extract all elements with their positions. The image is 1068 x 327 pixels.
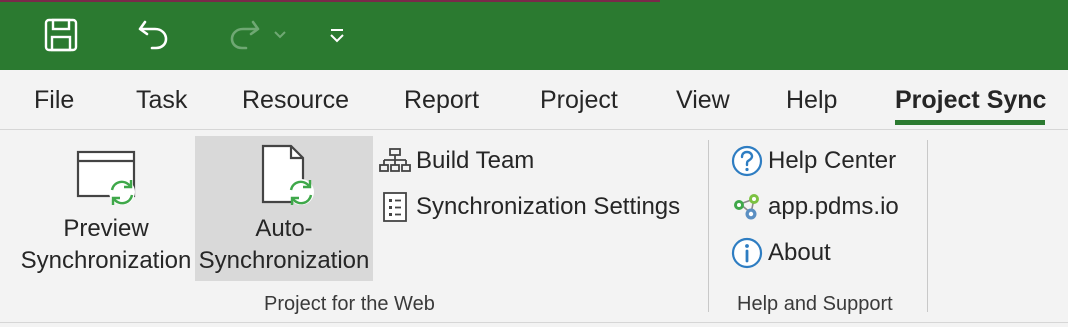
chevron-down-icon xyxy=(274,31,286,39)
save-button[interactable] xyxy=(38,12,84,58)
tab-file[interactable]: File xyxy=(34,86,74,115)
tab-task[interactable]: Task xyxy=(136,86,187,115)
preview-label-line1: Preview xyxy=(63,215,149,242)
auto-sync-document-icon xyxy=(261,144,314,205)
preview-label-line2: Synchronization xyxy=(20,247,192,274)
about-button[interactable]: About xyxy=(730,235,831,271)
website-label: app.pdms.io xyxy=(768,193,899,220)
redo-icon xyxy=(230,20,260,50)
preview-synchronization-button[interactable]: Preview Synchronization xyxy=(18,136,194,281)
tab-resource[interactable]: Resource xyxy=(242,86,349,115)
info-icon xyxy=(730,236,764,270)
customize-qat-button[interactable] xyxy=(322,12,352,58)
group-label-project-for-web: Project for the Web xyxy=(264,293,435,315)
help-center-button[interactable]: Help Center xyxy=(730,143,896,179)
title-bar xyxy=(0,0,1068,70)
tab-project[interactable]: Project xyxy=(540,86,618,115)
group-separator xyxy=(708,140,709,312)
synchronization-settings-button[interactable]: Synchronization Settings xyxy=(378,189,680,225)
tab-report[interactable]: Report xyxy=(404,86,479,115)
group-separator-end xyxy=(927,140,928,312)
title-accent-line xyxy=(0,0,660,2)
help-center-label: Help Center xyxy=(768,147,897,174)
preview-sync-icon xyxy=(76,150,136,205)
group-label-help-and-support: Help and Support xyxy=(737,293,893,315)
tab-project-sync[interactable]: Project Sync xyxy=(895,86,1046,115)
customize-qat-icon xyxy=(330,29,344,43)
redo-dropdown-button[interactable] xyxy=(270,12,290,58)
undo-icon xyxy=(138,20,168,50)
pdms-logo-icon xyxy=(730,190,764,224)
ribbon-bottom-border xyxy=(0,322,1068,323)
tab-view[interactable]: View xyxy=(676,86,730,115)
redo-button[interactable] xyxy=(222,12,268,58)
save-icon xyxy=(44,18,78,52)
build-team-label: Build Team xyxy=(416,147,535,174)
auto-synchronization-button[interactable]: Auto- Synchronization xyxy=(195,136,373,281)
website-link[interactable]: app.pdms.io xyxy=(730,189,899,225)
build-team-button[interactable]: Build Team xyxy=(378,143,534,179)
auto-label-line2: Synchronization xyxy=(198,247,370,274)
active-tab-indicator xyxy=(895,120,1045,125)
tab-help[interactable]: Help xyxy=(786,86,837,115)
auto-label-line1: Auto- xyxy=(255,215,313,242)
org-chart-icon xyxy=(378,144,412,178)
settings-list-icon xyxy=(378,190,412,224)
undo-button[interactable] xyxy=(130,12,176,58)
about-label: About xyxy=(768,239,831,266)
help-icon xyxy=(730,144,764,178)
sync-settings-label: Synchronization Settings xyxy=(416,193,681,220)
